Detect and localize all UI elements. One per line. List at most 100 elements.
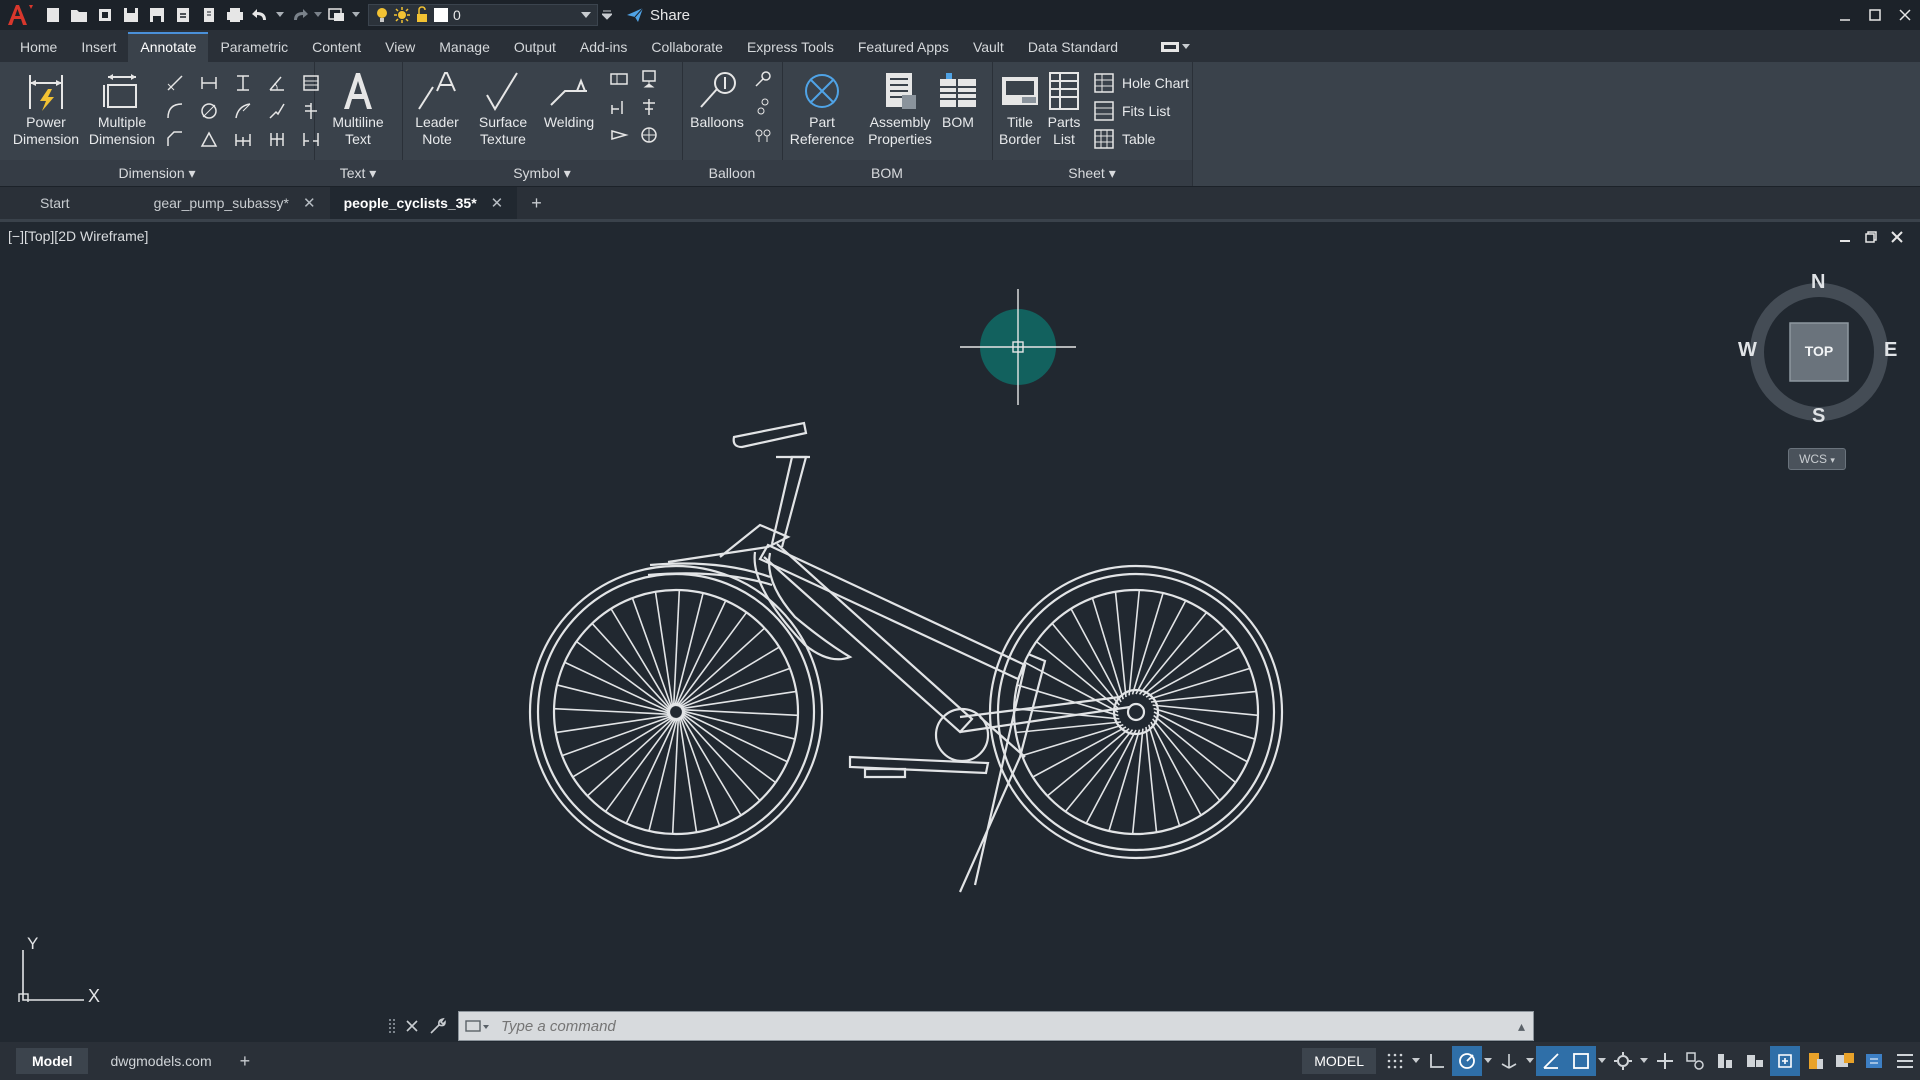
tab-home[interactable]: Home — [8, 32, 69, 62]
close-icon[interactable] — [1890, 0, 1920, 30]
drag-handle-icon[interactable] — [388, 1017, 396, 1035]
viewport-minimize-icon[interactable] — [1838, 230, 1852, 244]
compass-south-label[interactable]: S — [1812, 405, 1825, 428]
diameter-dimension-icon[interactable] — [198, 100, 220, 122]
multiple-dimension-button[interactable]: Multiple Dimension — [82, 68, 162, 148]
tab-insert[interactable]: Insert — [69, 32, 128, 62]
quick-properties-icon[interactable] — [1740, 1046, 1770, 1076]
compass-north-label[interactable]: N — [1811, 271, 1825, 294]
tab-view[interactable]: View — [373, 32, 427, 62]
tab-annotate[interactable]: Annotate — [128, 32, 209, 62]
tab-data-standard[interactable]: Data Standard — [1016, 32, 1130, 62]
model-space-button[interactable]: MODEL — [1302, 1048, 1376, 1074]
workspace-dropdown-icon[interactable] — [350, 2, 362, 28]
ribbon-display-toggle[interactable] — [1160, 32, 1191, 62]
units-icon[interactable] — [1710, 1046, 1740, 1076]
new-tab-button[interactable]: + — [517, 187, 556, 219]
angular-dimension-icon[interactable] — [266, 72, 288, 94]
close-tab-icon[interactable]: ✕ — [303, 194, 316, 212]
compass-west-label[interactable]: W — [1738, 339, 1757, 362]
undo-dropdown-icon[interactable] — [274, 2, 286, 28]
continue-dimension-icon[interactable] — [232, 128, 254, 150]
arc-length-icon[interactable] — [164, 100, 186, 122]
workspace-switching-icon[interactable] — [1680, 1046, 1710, 1076]
file-tab-start[interactable]: Start — [0, 187, 140, 219]
dimension-space-icon[interactable] — [266, 128, 288, 150]
undo-icon[interactable] — [248, 2, 274, 28]
add-layout-button[interactable]: + — [240, 1051, 251, 1072]
tab-vault[interactable]: Vault — [961, 32, 1016, 62]
hardware-acceleration-icon[interactable] — [1800, 1046, 1830, 1076]
chevron-down-icon[interactable] — [1410, 1046, 1422, 1076]
customization-icon[interactable] — [1860, 1046, 1890, 1076]
panel-sheet-title[interactable]: Sheet ▾ — [992, 160, 1192, 186]
layout-tab-model[interactable]: Model — [16, 1048, 89, 1074]
tab-collaborate[interactable]: Collaborate — [639, 32, 735, 62]
surface-roughness-icon[interactable] — [638, 124, 660, 146]
panel-dimension-title[interactable]: Dimension ▾ — [0, 160, 314, 186]
taper-slope-icon[interactable] — [638, 96, 660, 118]
tab-featured-apps[interactable]: Featured Apps — [846, 32, 961, 62]
reference-balloon-icon[interactable] — [752, 68, 774, 90]
viewcube-top-face[interactable]: TOP — [1790, 343, 1848, 359]
ortho-icon[interactable] — [1422, 1046, 1452, 1076]
balloon-chain-icon[interactable] — [752, 96, 774, 118]
compass-east-label[interactable]: E — [1884, 339, 1897, 362]
chevron-down-icon[interactable] — [1524, 1046, 1536, 1076]
save-as-icon[interactable] — [144, 2, 170, 28]
radius-dimension-icon[interactable] — [232, 100, 254, 122]
command-input-box[interactable]: ▴ — [458, 1011, 1534, 1041]
datum-identifier-icon[interactable] — [638, 68, 660, 90]
tab-content[interactable]: Content — [300, 32, 373, 62]
tab-parametric[interactable]: Parametric — [208, 32, 300, 62]
minimize-icon[interactable] — [1830, 0, 1860, 30]
share-button[interactable]: Share — [626, 7, 690, 24]
customize-quick-access-icon[interactable] — [598, 2, 616, 28]
plot-icon[interactable] — [196, 2, 222, 28]
linear-dimension-icon[interactable] — [198, 72, 220, 94]
redo-dropdown-icon[interactable] — [312, 2, 324, 28]
command-input[interactable] — [499, 1016, 1403, 1036]
surface-texture-button[interactable]: Surface Texture — [466, 68, 540, 148]
layout-tab-dwgmodels[interactable]: dwgmodels.com — [94, 1048, 227, 1074]
viewport-controls-label[interactable]: [−][Top][2D Wireframe] — [8, 228, 148, 244]
new-file-icon[interactable] — [40, 2, 66, 28]
balloon-align-icon[interactable] — [752, 124, 774, 146]
panel-symbol-title[interactable]: Symbol ▾ — [402, 160, 682, 186]
close-command-line-icon[interactable] — [406, 1020, 418, 1032]
leader-note-button[interactable]: Leader Note — [402, 68, 472, 148]
isolate-objects-icon[interactable] — [1770, 1046, 1800, 1076]
print-icon[interactable] — [222, 2, 248, 28]
file-tab-gear-pump[interactable]: gear_pump_subassy* ✕ — [140, 187, 330, 219]
object-snap-icon[interactable] — [1566, 1046, 1596, 1076]
layer-dropdown[interactable]: 0 — [368, 4, 598, 26]
panel-text-title[interactable]: Text ▾ — [314, 160, 402, 186]
tab-manage[interactable]: Manage — [427, 32, 502, 62]
table-button[interactable]: Table — [1094, 126, 1155, 152]
datum-target-icon[interactable] — [608, 96, 630, 118]
workspace-switch-icon[interactable] — [324, 2, 350, 28]
annotation-scale-icon[interactable] — [1608, 1046, 1638, 1076]
vertical-dimension-icon[interactable] — [232, 72, 254, 94]
command-history-icon[interactable] — [465, 1017, 491, 1035]
chevron-down-icon[interactable] — [1638, 1046, 1650, 1076]
feature-control-frame-icon[interactable] — [608, 68, 630, 90]
chevron-up-icon[interactable]: ▴ — [1518, 1018, 1525, 1035]
multiline-text-button[interactable]: Multiline Text — [318, 68, 398, 148]
bom-button[interactable]: BOM — [928, 68, 988, 131]
viewcube[interactable]: N S E W TOP — [1734, 267, 1904, 437]
jogged-dimension-icon[interactable] — [266, 100, 288, 122]
drawing-viewport[interactable]: [−][Top][2D Wireframe] N S E W TOP WCS ▾… — [0, 222, 1920, 1012]
viewport-close-icon[interactable] — [1890, 230, 1904, 244]
viewport-restore-icon[interactable] — [1864, 230, 1878, 244]
bicycle-drawing[interactable] — [520, 417, 1290, 897]
application-menu-button[interactable] — [0, 0, 40, 30]
close-tab-icon[interactable]: ✕ — [491, 194, 504, 212]
maximize-icon[interactable] — [1860, 0, 1890, 30]
tab-add-ins[interactable]: Add-ins — [568, 32, 639, 62]
hamburger-menu-icon[interactable] — [1890, 1046, 1920, 1076]
object-snap-tracking-icon[interactable] — [1536, 1046, 1566, 1076]
angle-dimension-icon[interactable] — [198, 128, 220, 150]
clean-screen-icon[interactable] — [1830, 1046, 1860, 1076]
parts-list-button[interactable]: Parts List — [1038, 68, 1090, 148]
